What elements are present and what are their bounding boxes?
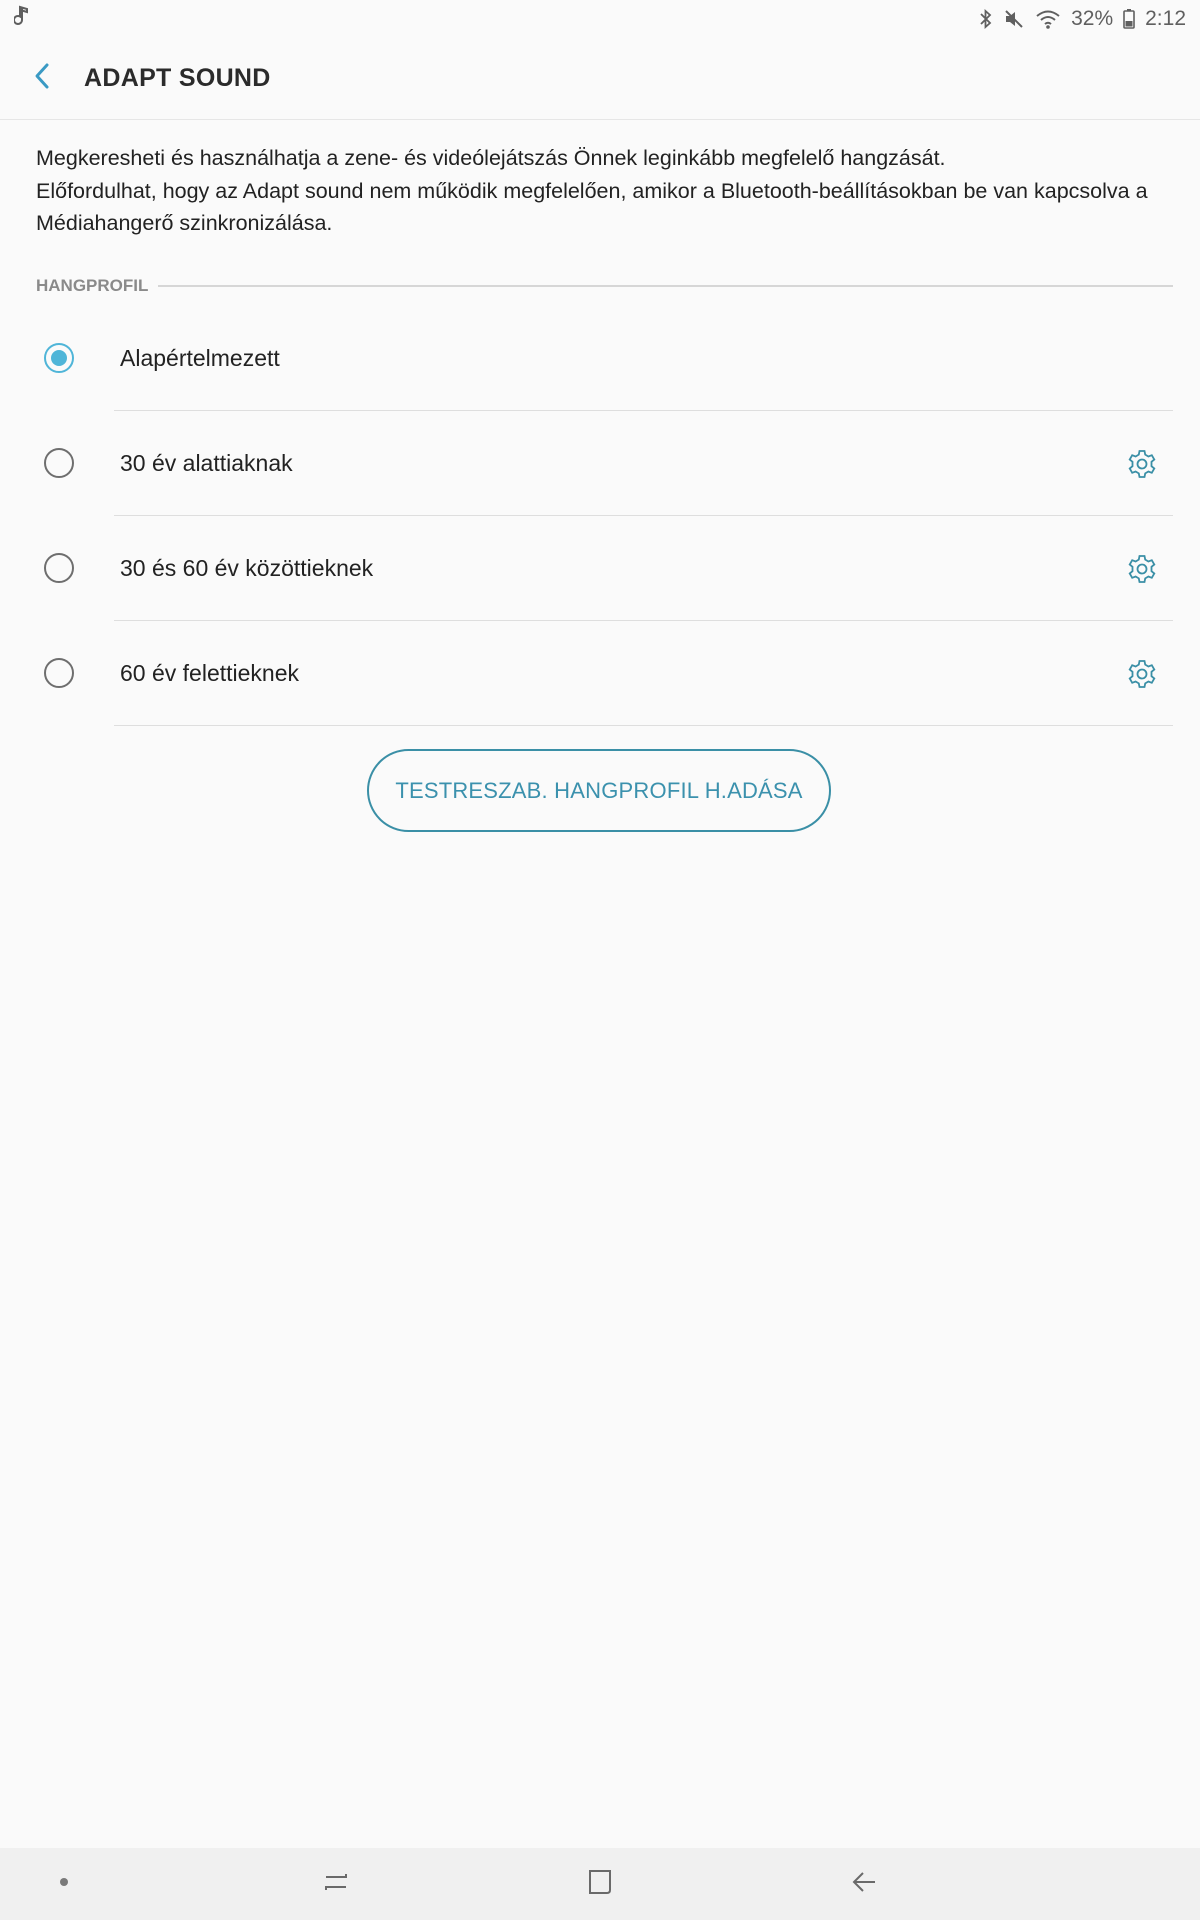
gear-icon[interactable] <box>1124 656 1160 692</box>
battery-icon <box>1123 8 1135 30</box>
radio-button[interactable] <box>44 553 74 583</box>
music-note-icon <box>13 5 32 33</box>
radio-button[interactable] <box>44 448 74 478</box>
recents-button[interactable] <box>306 1860 366 1908</box>
home-button[interactable] <box>570 1860 630 1908</box>
status-left <box>13 5 32 33</box>
back-button[interactable] <box>14 50 70 106</box>
section-label: HANGPROFIL <box>36 276 149 295</box>
page-title: ADAPT SOUND <box>84 63 271 92</box>
divider <box>114 725 1173 726</box>
status-bar: 32% 2:12 <box>0 0 1200 38</box>
sound-profile-list: Alapértelmezett 30 év alattiaknak 30 és … <box>0 306 1200 726</box>
section-divider <box>158 285 1173 287</box>
add-custom-profile-button[interactable]: TESTRESZAB. HANGPROFIL H.ADÁSA <box>367 749 831 832</box>
chevron-left-icon <box>32 61 52 96</box>
nav-dot-button[interactable] <box>34 1860 94 1908</box>
radio-button[interactable] <box>44 658 74 688</box>
section-header: HANGPROFIL <box>36 272 1173 300</box>
option-30-to-60[interactable]: 30 és 60 év közöttieknek <box>0 516 1200 621</box>
navigation-bar <box>0 1848 1200 1920</box>
description-line-2: Előfordulhat, hogy az Adapt sound nem mű… <box>36 178 1148 236</box>
gear-icon[interactable] <box>1124 551 1160 587</box>
dot-icon <box>58 1875 70 1893</box>
clock: 2:12 <box>1145 7 1186 30</box>
mute-icon <box>1003 8 1025 30</box>
option-label: 30 év alattiaknak <box>120 450 293 476</box>
gear-icon[interactable] <box>1124 446 1160 482</box>
option-over-60[interactable]: 60 év felettieknek <box>0 621 1200 726</box>
option-label: 30 és 60 év közöttieknek <box>120 555 374 581</box>
home-icon <box>585 1867 615 1902</box>
option-label: Alapértelmezett <box>120 345 280 371</box>
status-right: 32% 2:12 <box>969 7 1186 31</box>
description: Megkeresheti és használhatja a zene- és … <box>36 142 1166 240</box>
recents-icon <box>321 1867 351 1902</box>
app-bar: ADAPT SOUND <box>0 38 1200 120</box>
back-icon <box>849 1867 879 1902</box>
bluetooth-icon <box>979 8 993 30</box>
option-label: 60 év felettieknek <box>120 660 300 686</box>
battery-percent: 32% <box>1071 7 1114 30</box>
option-default[interactable]: Alapértelmezett <box>0 306 1200 411</box>
radio-button-selected[interactable] <box>44 343 74 373</box>
nav-back-button[interactable] <box>834 1860 894 1908</box>
description-line-1: Megkeresheti és használhatja a zene- és … <box>36 146 946 170</box>
wifi-icon <box>1035 8 1061 30</box>
option-under-30[interactable]: 30 év alattiaknak <box>0 411 1200 516</box>
